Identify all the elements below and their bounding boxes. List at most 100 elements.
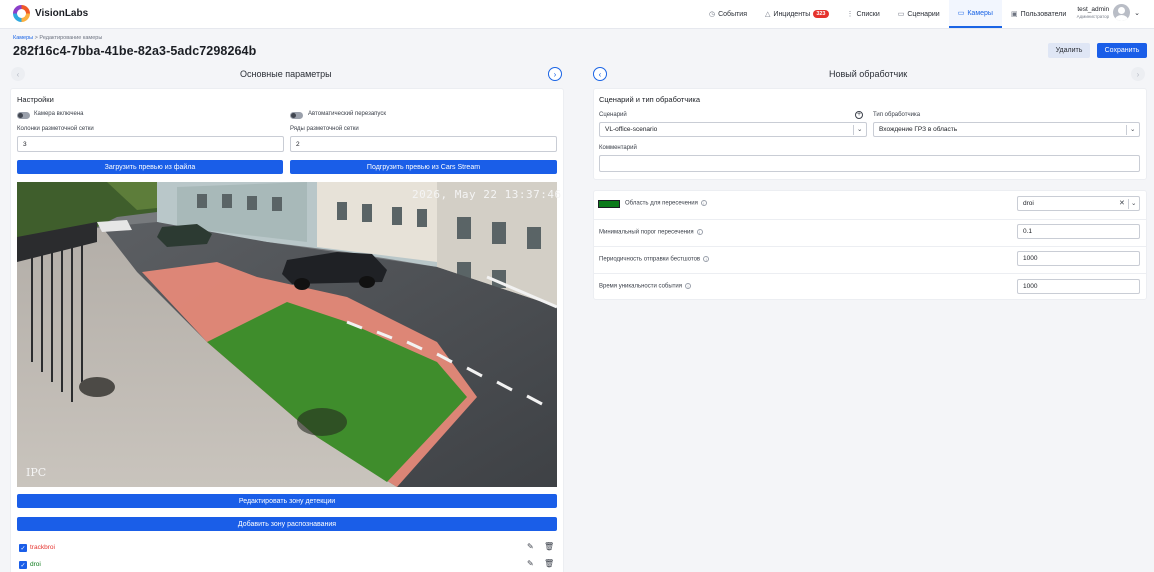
edit-icon[interactable]: ✎: [527, 542, 534, 551]
breadcrumb: Камеры > Редактирование камеры: [13, 35, 102, 41]
back-section-button[interactable]: ‹: [593, 67, 607, 81]
checkmark-icon: ✓: [20, 545, 26, 552]
nav-item-incidents[interactable]: △ Инциденты 323: [756, 0, 837, 28]
add-scenario-icon[interactable]: +: [855, 111, 863, 119]
chevron-left-icon: ‹: [16, 69, 20, 79]
chevron-right-icon: ›: [1136, 69, 1140, 79]
nav-item-cameras[interactable]: ▭ Камеры: [948, 0, 1002, 28]
handler-type-select-value: Вхождение ГРЗ в область: [879, 126, 958, 133]
edit-detection-zone-button[interactable]: Редактировать зону детекции: [17, 494, 557, 508]
min-threshold-label: Минимальный порог пересечения i: [599, 229, 703, 236]
info-icon: i: [696, 229, 703, 235]
camera-preview-image: [17, 182, 557, 487]
clear-icon[interactable]: ✕: [1119, 199, 1125, 207]
select-divider: [1128, 199, 1129, 209]
incidents-count-badge: 323: [813, 10, 829, 18]
user-role: Администратор: [1076, 13, 1110, 19]
select-divider: [853, 125, 854, 135]
nav-label: Сценарии: [907, 10, 940, 18]
camera-timestamp: 2026, May 22 13:37:46: [412, 188, 562, 201]
info-icon: i: [685, 283, 692, 289]
prev-section-button[interactable]: ‹: [11, 67, 25, 81]
main-nav: ◷ События △ Инциденты 323 ⋮ Списки ▭ Сце…: [700, 0, 1075, 28]
top-bar: VisionLabs ◷ События △ Инциденты 323 ⋮ С…: [0, 0, 1154, 29]
page-title: 282f16c4-7bba-41be-82a3-5adc7298264b: [13, 44, 257, 58]
trash-icon[interactable]: 🗑: [544, 559, 554, 568]
users-icon: ▣: [1010, 11, 1018, 18]
next-section-button[interactable]: ›: [548, 67, 562, 81]
zone-label-trackbroi: trackbroi: [30, 544, 55, 551]
left-section-title: Основные параметры: [240, 69, 332, 79]
chevron-left-icon: ‹: [598, 69, 602, 79]
info-icon: i: [700, 200, 707, 206]
edit-icon[interactable]: ✎: [527, 559, 534, 568]
forward-section-button[interactable]: ›: [1131, 67, 1145, 81]
save-button[interactable]: Сохранить: [1097, 43, 1147, 58]
nav-label: Инциденты: [773, 10, 811, 18]
grid-cols-label: Колонки разметочной сетки: [17, 126, 94, 132]
camera-enabled-toggle[interactable]: [17, 112, 30, 119]
info-icon: i: [703, 256, 710, 262]
auto-restart-label: Автоматический перезапуск: [308, 111, 386, 117]
camera-icon: ▭: [957, 10, 965, 17]
nav-label: Списки: [856, 10, 880, 18]
zone-checkbox-trackbroi[interactable]: ✓: [19, 544, 27, 552]
delete-button[interactable]: Удалить: [1048, 43, 1090, 58]
avatar: [1113, 4, 1131, 21]
breadcrumb-root[interactable]: Камеры: [13, 35, 33, 41]
comment-input[interactable]: [599, 155, 1140, 172]
auto-restart-toggle[interactable]: [290, 112, 303, 119]
right-section-title: Новый обработчик: [829, 69, 908, 79]
nav-item-events[interactable]: ◷ События: [700, 0, 756, 28]
min-threshold-input[interactable]: 0.1: [1017, 224, 1140, 239]
upload-preview-stream-button[interactable]: Подгрузить превью из Cars Stream: [290, 160, 557, 174]
scenario-label: Сценарий: [599, 112, 627, 118]
select-divider: [1126, 125, 1127, 135]
clock-icon: ◷: [709, 11, 716, 18]
bestshot-period-label: Периодичность отправки бестшотов i: [599, 256, 710, 263]
bestshot-period-input[interactable]: 1000: [1017, 251, 1140, 266]
user-name: test_admin: [1077, 5, 1110, 13]
intersection-area-select[interactable]: droi ✕ ⌄: [1017, 196, 1140, 211]
intersection-color-swatch: [598, 200, 620, 208]
comment-label: Комментарий: [599, 145, 637, 151]
user-menu[interactable]: test_admin Администратор ⌄: [1077, 4, 1140, 21]
chevron-right-icon: ›: [553, 69, 557, 79]
breadcrumb-current: Редактирование камеры: [39, 35, 103, 41]
nav-item-lists[interactable]: ⋮ Списки: [838, 0, 889, 28]
nav-item-scenarios[interactable]: ▭ Сценарии: [889, 0, 949, 28]
visionlabs-logo-icon: [13, 5, 30, 22]
trash-icon[interactable]: 🗑: [544, 542, 554, 551]
chevron-down-icon: ⌄: [1134, 9, 1140, 17]
handler-type-label: Тип обработчика: [873, 112, 921, 118]
uniqueness-input[interactable]: 1000: [1017, 279, 1140, 294]
upload-preview-file-button[interactable]: Загрузить превью из файла: [17, 160, 283, 174]
uniqueness-label: Время уникальности события i: [599, 283, 692, 290]
nav-label: Пользователи: [1020, 10, 1067, 18]
logo-text: VisionLabs: [35, 8, 89, 19]
grid-cols-input[interactable]: 3: [17, 136, 284, 152]
camera-preview[interactable]: [17, 182, 557, 487]
scenario-icon: ▭: [897, 11, 905, 18]
chevron-down-icon: ⌄: [857, 126, 863, 133]
intersection-area-value: droi: [1023, 200, 1034, 207]
chevron-down-icon: ⌄: [1131, 200, 1137, 207]
camera-enabled-label: Камера включена: [34, 111, 84, 117]
user-info: test_admin Администратор: [1077, 6, 1109, 20]
warning-icon: △: [765, 11, 771, 18]
intersection-area-label: Область для пересечения i: [625, 200, 707, 207]
grid-rows-input[interactable]: 2: [290, 136, 557, 152]
scenario-select-value: VL-office-scenario: [605, 126, 658, 133]
checkmark-icon: ✓: [20, 562, 26, 569]
scenario-select[interactable]: VL-office-scenario ⌄: [599, 122, 867, 137]
list-icon: ⋮: [846, 11, 854, 18]
chevron-down-icon: ⌄: [1130, 126, 1136, 133]
zone-checkbox-droi[interactable]: ✓: [19, 561, 27, 569]
scenario-card-heading: Сценарий и тип обработчика: [599, 95, 701, 104]
add-recognition-zone-button[interactable]: Добавить зону распознавания: [17, 517, 557, 531]
nav-item-users[interactable]: ▣ Пользователи: [1002, 0, 1075, 28]
settings-heading: Настройки: [17, 95, 54, 104]
logo[interactable]: VisionLabs: [13, 5, 88, 22]
handler-type-select[interactable]: Вхождение ГРЗ в область ⌄: [873, 122, 1140, 137]
grid-rows-label: Ряды разметочной сетки: [290, 126, 359, 132]
